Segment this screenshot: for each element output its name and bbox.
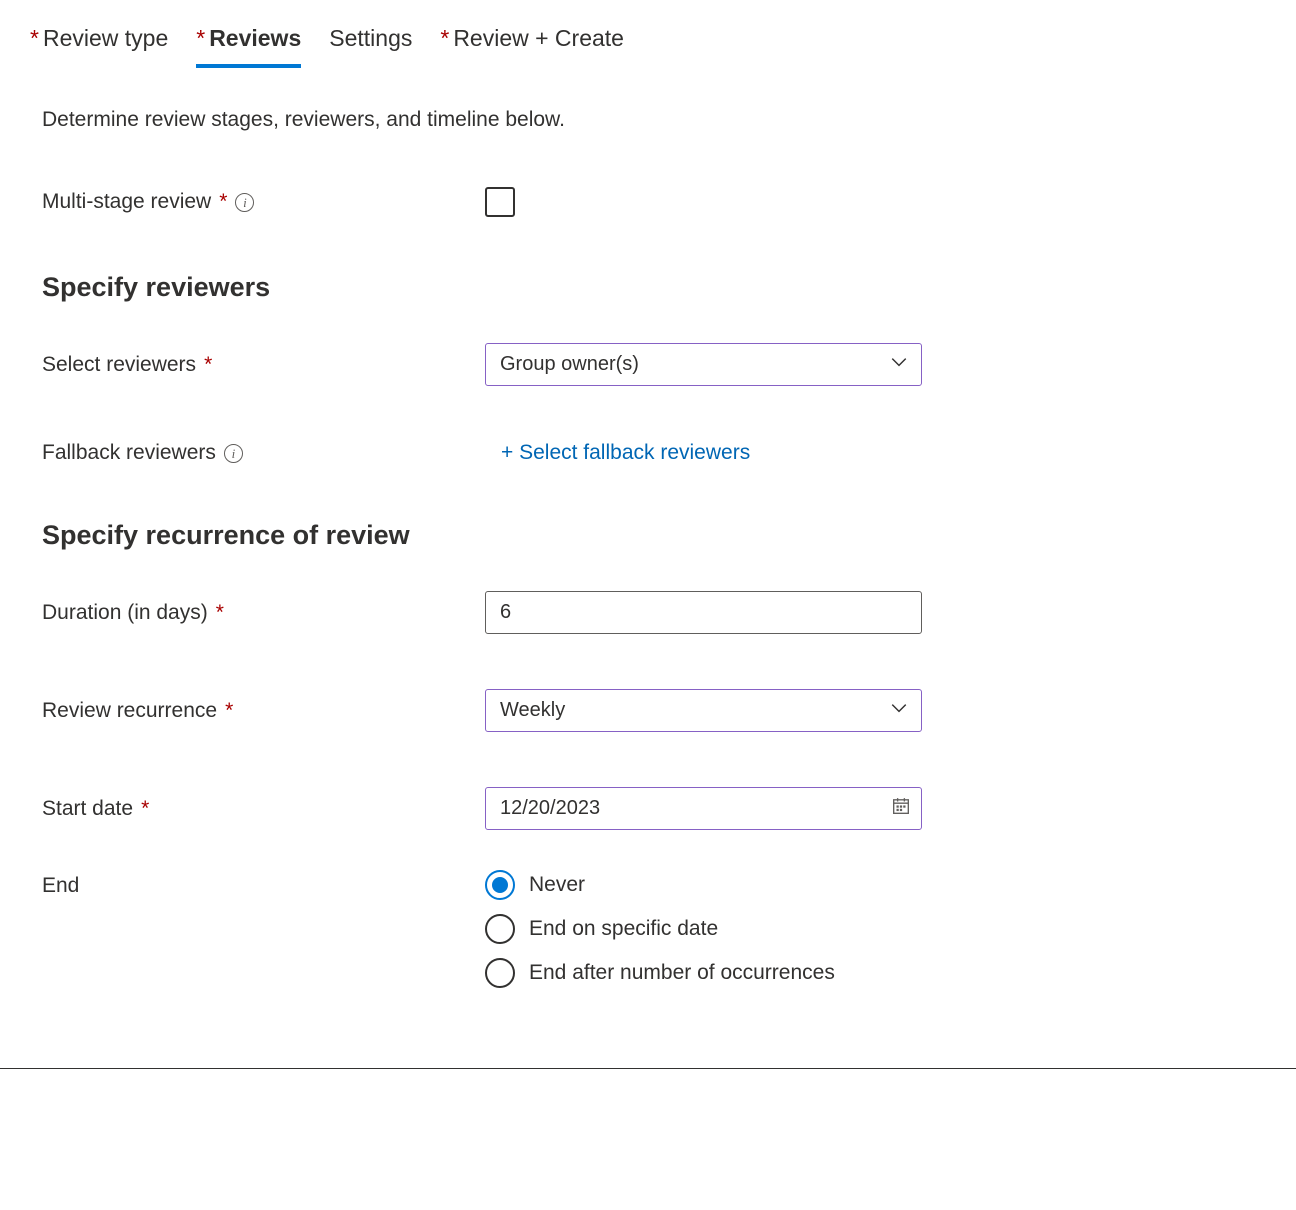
multi-stage-label: Multi-stage review * i [42,190,485,214]
duration-label: Duration (in days) * [42,601,485,625]
tab-review-type[interactable]: * Review type [30,25,168,68]
multi-stage-checkbox[interactable] [485,187,515,217]
required-asterisk: * [219,190,227,214]
select-reviewers-dropdown[interactable]: Group owner(s) [485,343,922,386]
info-icon[interactable]: i [224,444,243,463]
required-asterisk: * [30,25,39,52]
required-asterisk: * [225,699,233,723]
section-specify-reviewers: Specify reviewers [0,272,1296,303]
required-asterisk: * [440,25,449,52]
section-specify-recurrence: Specify recurrence of review [0,520,1296,551]
tab-label: Reviews [209,25,301,52]
end-option-occurrences[interactable]: End after number of occurrences [485,958,835,988]
tabs-bar: * Review type * Reviews Settings * Revie… [0,25,1296,68]
radio-icon [485,958,515,988]
required-asterisk: * [204,353,212,377]
radio-icon [485,870,515,900]
required-asterisk: * [141,797,149,821]
select-reviewers-label: Select reviewers * [42,353,485,377]
page-description: Determine review stages, reviewers, and … [0,108,1296,132]
required-asterisk: * [216,601,224,625]
tab-label: Review type [43,25,168,52]
end-option-never[interactable]: Never [485,870,835,900]
select-fallback-reviewers-button[interactable]: + Select fallback reviewers [501,441,750,465]
end-radio-group: Never End on specific date End after num… [485,870,835,988]
tab-label: Review + Create [453,25,624,52]
end-label: End [42,870,485,898]
required-asterisk: * [196,25,205,52]
review-recurrence-dropdown[interactable]: Weekly [485,689,922,732]
start-date-label: Start date * [42,797,485,821]
fallback-reviewers-label: Fallback reviewers i [42,441,485,465]
start-date-input[interactable]: 12/20/2023 [485,787,922,830]
info-icon[interactable]: i [235,193,254,212]
radio-icon [485,914,515,944]
tab-review-create[interactable]: * Review + Create [440,25,624,68]
end-option-specific-date[interactable]: End on specific date [485,914,835,944]
tab-label: Settings [329,25,412,52]
tab-reviews[interactable]: * Reviews [196,25,301,68]
review-recurrence-label: Review recurrence * [42,699,485,723]
duration-input[interactable] [485,591,922,634]
tab-settings[interactable]: Settings [329,25,412,68]
